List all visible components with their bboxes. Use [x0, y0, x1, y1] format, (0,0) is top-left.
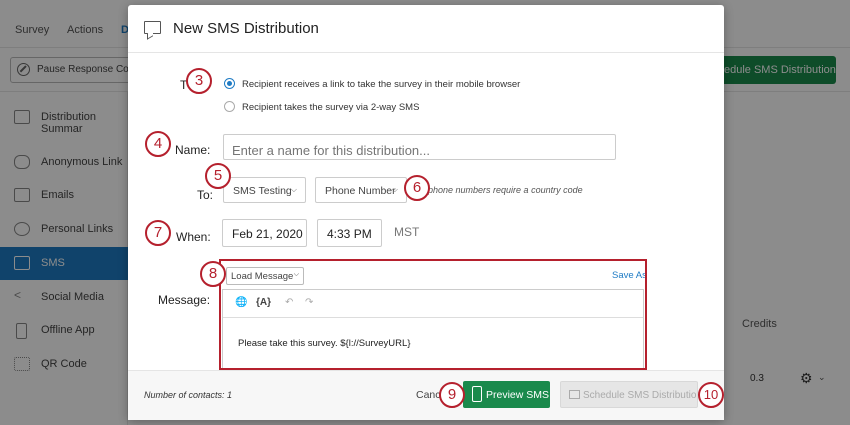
- dialog-title: New SMS Distribution: [173, 20, 319, 37]
- callout-6: 6: [404, 175, 430, 201]
- callout-5: 5: [205, 163, 231, 189]
- phone-field-value: Phone Number: [325, 185, 396, 197]
- chat-icon: [569, 390, 580, 399]
- callout-7: 7: [145, 220, 171, 246]
- distribution-name-input[interactable]: [223, 134, 616, 160]
- radio-two-way-sms[interactable]: [224, 101, 235, 112]
- callout-8: 8: [200, 261, 226, 287]
- preview-sms-label: Preview SMS: [486, 389, 550, 401]
- radio-link-in-browser-label: Recipient receives a link to take the su…: [242, 79, 521, 90]
- chevron-down-icon: ⌵: [290, 185, 297, 194]
- phone-icon: [472, 386, 482, 402]
- preview-sms-button[interactable]: Preview SMS: [463, 381, 550, 408]
- send-date-field[interactable]: Feb 21, 2020: [222, 219, 307, 247]
- timezone-label: MST: [394, 225, 420, 239]
- chevron-down-icon: ⌵: [391, 185, 398, 194]
- dialog-footer: Number of contacts: 1 Cancel Preview SMS…: [128, 370, 724, 420]
- contact-list-select[interactable]: SMS Testing ⌵: [223, 177, 306, 203]
- contact-list-value: SMS Testing: [233, 185, 292, 197]
- name-label: Name:: [175, 143, 211, 157]
- dialog-header: New SMS Distribution: [128, 5, 724, 53]
- callout-4: 4: [145, 131, 171, 157]
- chat-icon: [144, 21, 161, 34]
- callout-3: 3: [186, 68, 212, 94]
- callout-10: 10: [698, 382, 724, 408]
- radio-two-way-sms-label: Recipient takes the survey via 2-way SMS: [242, 102, 420, 113]
- schedule-sms-label: Schedule SMS Distribution: [583, 390, 698, 401]
- phone-field-select[interactable]: Phone Number ⌵: [315, 177, 407, 203]
- contact-count: Number of contacts: 1: [144, 390, 233, 400]
- message-section-highlight: [219, 259, 647, 370]
- message-label: Message:: [158, 293, 211, 307]
- radio-link-in-browser[interactable]: [224, 78, 235, 89]
- when-label: When:: [176, 230, 211, 244]
- country-code-hint: phone numbers require a country code: [428, 185, 583, 195]
- schedule-sms-distribution-button[interactable]: Schedule SMS Distribution: [560, 381, 698, 408]
- callout-9: 9: [439, 382, 465, 408]
- to-label: To:: [197, 188, 214, 202]
- send-time-field[interactable]: 4:33 PM: [317, 219, 382, 247]
